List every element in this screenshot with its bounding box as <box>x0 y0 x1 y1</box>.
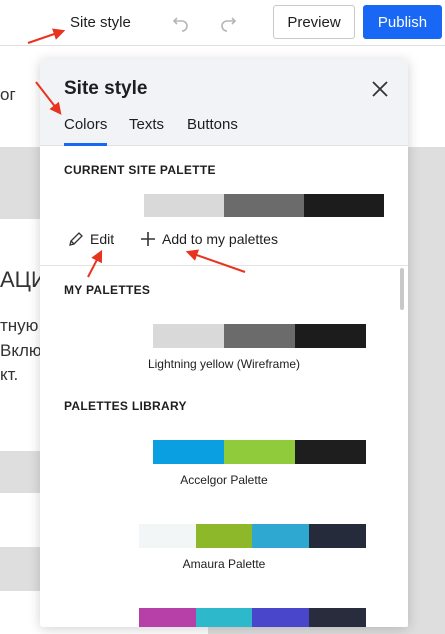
my-palettes-heading: MY PALETTES <box>64 283 151 297</box>
color-swatch <box>82 440 153 464</box>
color-swatch <box>82 608 139 627</box>
bg-text: Вклю <box>0 341 42 360</box>
palette-name: Lightning yellow (Wireframe) <box>147 357 301 371</box>
scrollbar[interactable] <box>400 268 404 310</box>
palette-name: Accelgor Palette <box>180 473 268 487</box>
color-swatch <box>309 524 366 548</box>
tab-texts[interactable]: Texts <box>129 116 164 133</box>
close-icon[interactable] <box>370 79 390 99</box>
color-swatch <box>82 524 139 548</box>
color-swatch <box>224 194 304 217</box>
color-swatch <box>153 324 224 348</box>
current-palette-heading: CURRENT SITE PALETTE <box>64 163 216 177</box>
color-swatch <box>82 324 153 348</box>
color-swatch <box>252 524 310 548</box>
edit-button[interactable]: Edit <box>68 231 114 247</box>
plus-icon <box>141 232 155 246</box>
bg-text: ог <box>0 85 16 104</box>
color-swatch <box>195 608 253 627</box>
color-swatch <box>224 440 295 464</box>
palette-swatch-row[interactable] <box>82 324 366 348</box>
tab-colors[interactable]: Colors <box>64 116 107 133</box>
active-tab-indicator <box>64 143 107 146</box>
color-swatch <box>224 324 295 348</box>
redo-icon[interactable] <box>218 12 238 32</box>
undo-icon[interactable] <box>171 12 191 32</box>
color-swatch <box>144 194 224 217</box>
bg-text: тную <box>0 316 39 335</box>
top-bar: Site style Preview Publish <box>0 0 445 46</box>
color-swatch <box>195 524 253 548</box>
color-swatch <box>295 440 366 464</box>
palette-swatch-row[interactable] <box>82 524 366 548</box>
panel-title: Site style <box>64 78 148 99</box>
current-palette[interactable] <box>64 194 384 217</box>
pencil-icon <box>69 232 83 246</box>
color-swatch <box>153 440 224 464</box>
add-label: Add to my palettes <box>162 231 278 247</box>
tab-buttons[interactable]: Buttons <box>187 116 238 133</box>
panel-header: Site style Colors Texts Buttons <box>40 59 408 146</box>
bg-text: кт. <box>0 365 19 384</box>
bg-block <box>0 451 40 493</box>
add-to-my-palettes-button[interactable]: Add to my palettes <box>140 231 278 247</box>
site-style-panel: Site style Colors Texts Buttons CURRENT … <box>40 59 408 627</box>
color-swatch <box>252 608 310 627</box>
bg-block <box>208 627 445 634</box>
palette-swatch-row[interactable] <box>82 608 366 627</box>
color-swatch <box>309 608 366 627</box>
site-style-menu[interactable]: Site style <box>70 14 131 31</box>
divider <box>40 265 408 266</box>
bg-block <box>408 147 445 634</box>
color-swatch <box>295 324 366 348</box>
color-swatch <box>304 194 384 217</box>
palettes-library-heading: PALETTES LIBRARY <box>64 399 187 413</box>
palette-name: Amaura Palette <box>182 557 266 571</box>
bg-block <box>0 547 40 591</box>
color-swatch <box>64 194 144 217</box>
preview-button[interactable]: Preview <box>273 5 355 39</box>
palette-swatch-row[interactable] <box>82 440 366 464</box>
publish-button[interactable]: Publish <box>363 5 442 39</box>
color-swatch <box>138 608 196 627</box>
color-swatch <box>138 524 196 548</box>
edit-label: Edit <box>90 231 115 247</box>
